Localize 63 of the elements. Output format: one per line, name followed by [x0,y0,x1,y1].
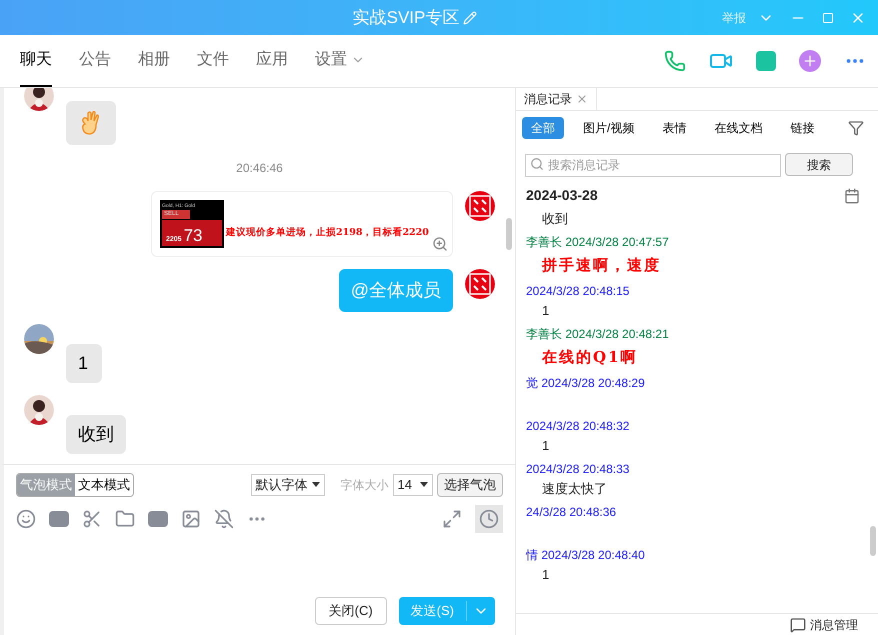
image-caption: 建议现价多单进场，止损2198，目标看2220 [226,226,429,240]
size-select[interactable]: 14 [392,474,433,496]
window-title: 实战SVIP专区 [352,6,460,29]
image-icon[interactable] [181,508,201,528]
message-bubble: 收到 [66,415,126,454]
entry-text: 收到 [541,210,569,228]
filter-tab[interactable]: 链接 [781,117,824,139]
font-select[interactable]: 默认字体 [250,474,325,496]
mode-tab[interactable]: 文本模式 [75,474,133,496]
bubble-button[interactable]: 选择气泡 [437,473,503,496]
entry-header: 李善长 2024/3/28 20:48:21 [526,326,670,343]
phone-icon[interactable] [664,50,686,72]
scissors-icon[interactable] [82,508,102,528]
entry-text: 1 [541,566,550,584]
entry-text: 1 [541,302,550,320]
message-icon [790,616,806,632]
entry-text: 在线的Q1啊 [540,347,639,368]
filter-tab[interactable]: 表情 [653,117,696,139]
scrollbar-thumb[interactable] [870,526,876,556]
message-bubble: @全体成员 [338,269,453,312]
filter-icon[interactable] [848,120,864,136]
zoom-icon[interactable] [432,236,448,252]
entry-header: 2024/3/28 20:48:33 [526,461,630,478]
folder-icon[interactable] [115,508,135,528]
search-button[interactable]: 搜索 [785,153,853,176]
history-tab[interactable]: 消息记录 [516,88,597,110]
entry-header: 2024/3/28 20:48:32 [526,418,630,435]
entry-text: 速度太快了 [541,480,608,498]
expand-icon[interactable] [442,508,462,528]
entry-header: 李善长 2024/3/28 20:47:57 [526,234,670,251]
close-icon[interactable] [576,93,588,105]
caret-icon [312,482,320,488]
tab[interactable]: 相册 [138,35,170,87]
emoji-icon[interactable] [16,508,36,528]
maximize-icon[interactable] [822,12,834,24]
history-date: 2024-03-28 [526,186,598,205]
search-field[interactable]: 搜索消息记录 [525,154,781,176]
search-icon [530,157,544,171]
history-button[interactable] [475,504,503,532]
entry-header: 24/3/28 20:48:36 [526,504,618,521]
filter-tab[interactable]: 在线文档 [705,117,772,139]
entry-text: 1 [541,437,550,455]
tab[interactable]: 设置 [315,35,365,87]
add-icon[interactable] [799,50,821,72]
bell-off-icon[interactable] [214,508,234,528]
edit-icon[interactable] [463,10,478,24]
scrollbar-thumb[interactable] [506,218,512,250]
manage-button[interactable]: 消息管理 [790,616,858,634]
close-button[interactable]: 关闭(C) [314,597,387,625]
entry-header: 情 2024/3/28 20:48:40 [526,547,646,564]
price-big: 73 [184,226,202,246]
calendar-icon[interactable] [844,188,860,204]
size-label: 字体大小 [340,476,389,494]
entry-text: 拼手速啊，速度 [540,255,662,276]
message-bubble: 1 [66,344,102,383]
tab[interactable]: 公告 [79,35,111,87]
entry-header: 2024/3/28 20:48:15 [526,283,630,300]
message-time: 20:46:46 [236,160,283,177]
entry-header: 觉 2024/3/28 20:48:29 [526,375,646,392]
tab[interactable]: 应用 [256,35,288,87]
filter-tab[interactable]: 图片/视频 [574,117,644,139]
tab[interactable]: 文件 [197,35,229,87]
caret-icon [420,482,428,488]
